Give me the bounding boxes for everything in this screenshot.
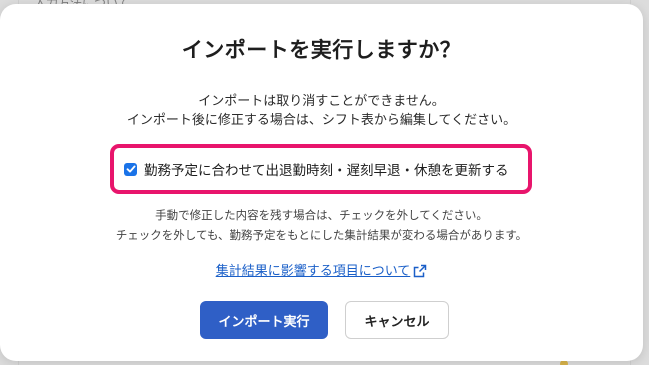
update-attendance-label: 勤務予定に合わせて出退勤時刻・遅刻早退・休憩を更新する (144, 163, 509, 179)
dialog-note: 手動で修正した内容を残す場合は、チェックを外してください。 チェックを外しても、… (0, 205, 643, 245)
help-link-label[interactable]: 集計結果に影響する項目について (216, 264, 411, 279)
note-line: 手動で修正した内容を残す場合は、チェックを外してください。 (155, 208, 488, 222)
cancel-button[interactable]: キャンセル (345, 301, 449, 339)
dialog-description: インポートは取り消すことができません。 インポート後に修正する場合は、シフト表か… (0, 92, 643, 130)
help-link[interactable]: 集計結果に影響する項目について (0, 260, 643, 279)
update-option-highlight: 勤務予定に合わせて出退勤時刻・遅刻早退・休憩を更新する (110, 144, 532, 194)
description-line: インポートは取り消すことができません。 (198, 94, 445, 109)
import-confirm-dialog: インポートを実行しますか？ インポートは取り消すことができません。 インポート後… (0, 4, 643, 361)
update-attendance-checkbox[interactable] (124, 162, 137, 176)
external-link-icon[interactable] (413, 264, 427, 278)
description-line: インポート後に修正する場合は、シフト表から編集してください。 (126, 113, 517, 128)
dialog-title: インポートを実行しますか？ (181, 38, 462, 62)
update-attendance-option[interactable]: 勤務予定に合わせて出退勤時刻・遅刻早退・休憩を更新する (124, 159, 509, 179)
import-execute-button[interactable]: インポート実行 (200, 301, 328, 339)
checkmark-icon (126, 165, 135, 173)
note-line: チェックを外しても、勤務予定をもとにした集計結果が変わる場合があります。 (115, 228, 528, 242)
